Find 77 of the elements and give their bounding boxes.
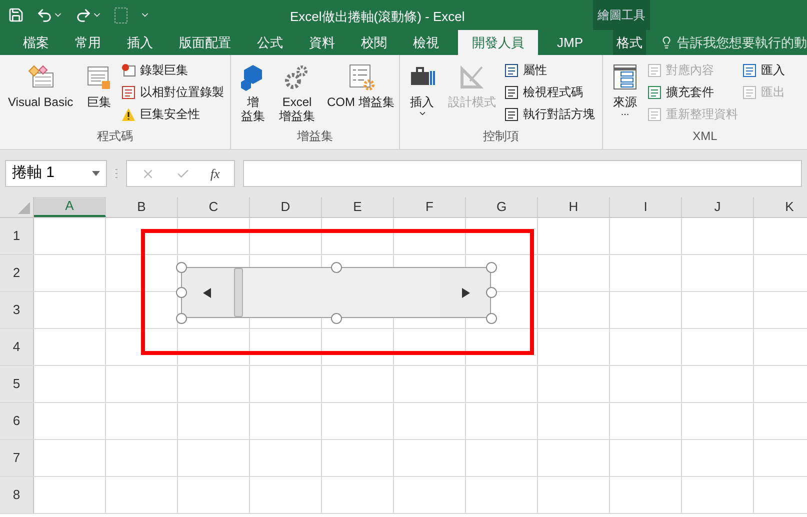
insert-function-button[interactable]: fx: [210, 164, 220, 184]
left-arrow-icon[interactable]: [203, 288, 211, 298]
ribbon-button[interactable]: 屬性: [504, 59, 595, 81]
caret-icon: [418, 109, 426, 118]
lightbulb-icon: [660, 36, 673, 49]
ribbon-button[interactable]: 巨集安全性: [121, 103, 224, 125]
group-label: 程式碼: [97, 128, 133, 145]
group-label: 增益集: [297, 128, 333, 145]
save-icon[interactable]: [8, 7, 24, 23]
ribbon-button[interactable]: COM 增益集: [323, 59, 398, 109]
checklist-gear-icon: [346, 63, 375, 91]
ribbon-tab[interactable]: 資料: [296, 30, 348, 55]
group-label: 控制項: [483, 128, 519, 145]
scrollbar-thumb[interactable]: [234, 268, 243, 317]
ribbon-tab[interactable]: 插入: [114, 30, 166, 55]
resize-handle[interactable]: [176, 262, 186, 272]
row-header[interactable]: 2: [0, 255, 34, 291]
ribbon-tab[interactable]: 校閱: [348, 30, 400, 55]
context-group-label: 繪圖工具: [593, 0, 650, 30]
more-label: ...: [620, 109, 630, 117]
ribbon-tab[interactable]: 公式: [244, 30, 296, 55]
ribbon-button[interactable]: 巨集: [81, 59, 118, 109]
column-header[interactable]: C: [178, 197, 250, 217]
column-header[interactable]: H: [538, 197, 610, 217]
row-header[interactable]: 1: [0, 218, 34, 254]
right-arrow-icon[interactable]: [462, 288, 470, 298]
column-header[interactable]: A: [34, 197, 106, 217]
resize-handle[interactable]: [330, 262, 342, 272]
column-header[interactable]: F: [394, 197, 466, 217]
ribbon-button[interactable]: 來源 ...: [607, 59, 643, 117]
ribbon-tab[interactable]: JMP: [544, 30, 596, 55]
ribbon-button[interactable]: 匯入: [742, 59, 785, 81]
formula-input[interactable]: [243, 160, 802, 187]
column-header[interactable]: I: [610, 197, 682, 217]
undo-icon[interactable]: [36, 6, 53, 24]
scrollbar-control[interactable]: [181, 267, 491, 318]
document-icon: [114, 6, 128, 24]
column-header[interactable]: E: [322, 197, 394, 217]
ribbon-button[interactable]: 以相對位置錄製: [121, 81, 224, 103]
resize-handle[interactable]: [176, 287, 186, 298]
row-header[interactable]: 4: [0, 329, 34, 365]
ribbon-button[interactable]: 增 益集: [235, 59, 271, 123]
column-header[interactable]: D: [250, 197, 322, 217]
ribbon-tab[interactable]: 檔案: [10, 30, 62, 55]
resize-handle[interactable]: [176, 312, 186, 324]
ribbon-button[interactable]: 檢視程式碼: [504, 81, 595, 103]
row-header[interactable]: 6: [0, 403, 34, 439]
ribbon-tab[interactable]: 常用: [62, 30, 114, 55]
tree-list-icon: [611, 63, 639, 91]
caret-icon: [92, 171, 100, 176]
window-title: Excel做出捲軸(滾動條) - Excel: [290, 8, 465, 26]
tell-me-field[interactable]: 告訴我您想要執行的動: [646, 30, 807, 55]
group-label: XML: [692, 128, 718, 145]
warning-icon: [121, 106, 136, 122]
row-header[interactable]: 8: [0, 477, 34, 513]
redo-icon[interactable]: [75, 6, 92, 24]
ribbon-tab[interactable]: 檢視: [400, 30, 452, 55]
ribbon-tab[interactable]: 開發人員: [458, 30, 538, 55]
column-header[interactable]: J: [682, 197, 754, 217]
row-header[interactable]: 7: [0, 440, 34, 476]
row-header[interactable]: 5: [0, 366, 34, 402]
ribbon-tab[interactable]: 版面配置: [166, 30, 244, 55]
column-header[interactable]: K: [754, 197, 807, 217]
ribbon-button[interactable]: 執行對話方塊: [504, 103, 595, 125]
ribbon-button[interactable]: 擴充套件: [647, 81, 738, 103]
ruler-triangle-icon: [458, 63, 486, 91]
ribbon-button[interactable]: Excel 增益集: [275, 59, 319, 123]
column-header[interactable]: G: [466, 197, 538, 217]
resize-handle[interactable]: [486, 262, 496, 272]
name-box[interactable]: 捲軸 1: [5, 160, 107, 187]
ribbon-button[interactable]: 插入: [404, 59, 440, 118]
ribbon-button[interactable]: Visual Basic: [4, 59, 78, 109]
ribbon-button[interactable]: 錄製巨集: [121, 59, 224, 81]
row-header[interactable]: 3: [0, 292, 34, 328]
record-icon: [121, 62, 136, 78]
column-header[interactable]: B: [106, 197, 178, 217]
ribbon-tab[interactable]: 格式: [613, 30, 646, 55]
